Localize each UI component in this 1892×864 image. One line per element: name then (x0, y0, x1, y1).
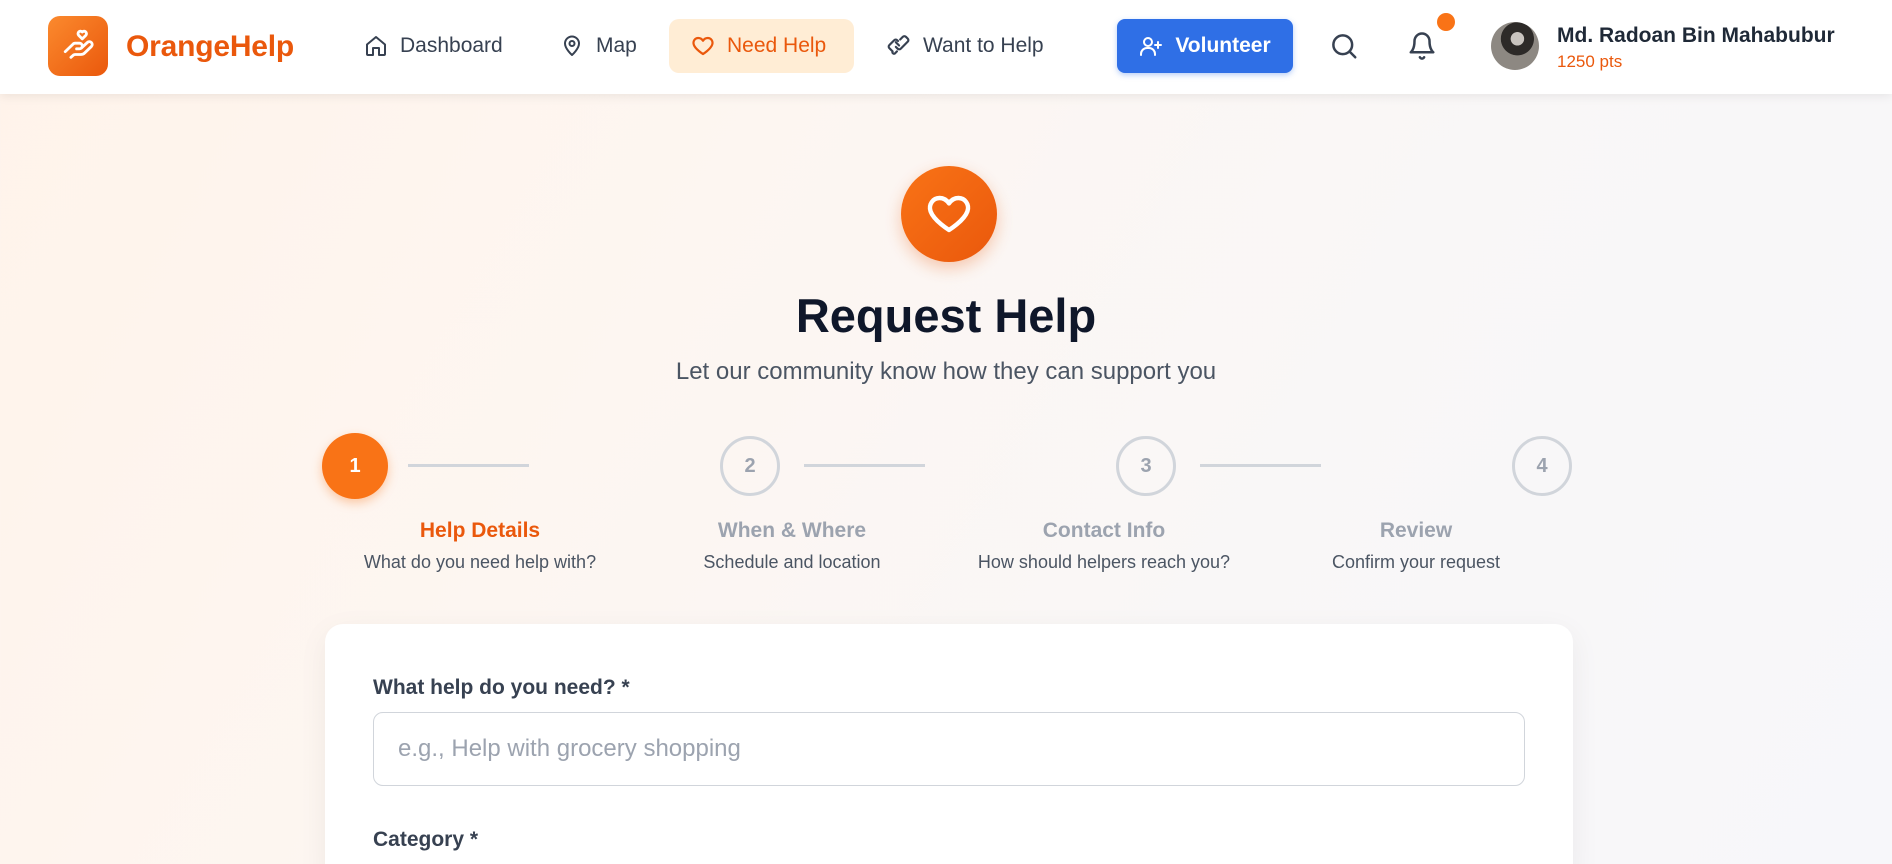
heart-icon (927, 195, 971, 233)
step-3-description: How should helpers reach you? (977, 552, 1231, 572)
user-name[interactable]: Md. Radoan Bin Mahabubur (1557, 24, 1835, 48)
step-4-description: Confirm your request (1331, 552, 1501, 572)
nav-want-to-help[interactable]: Want to Help (863, 19, 1066, 73)
brand-logo[interactable] (48, 16, 108, 76)
request-form-card: What help do you need? * Category * (325, 624, 1573, 864)
step-3-circle[interactable]: 3 (1116, 436, 1176, 496)
help-title-input[interactable] (373, 712, 1525, 786)
hand-heart-icon (63, 29, 94, 59)
user-plus-icon (1140, 37, 1163, 56)
nav-need-help[interactable]: Need Help (669, 19, 854, 73)
notification-badge (1437, 13, 1455, 31)
help-field-label: What help do you need? * (373, 676, 630, 699)
heart-icon (692, 36, 714, 56)
step-1-label: Help Details (419, 519, 541, 542)
step-connector (804, 464, 925, 467)
step-4-label: Review (1379, 519, 1453, 542)
handshake-icon (887, 35, 910, 55)
brand-name[interactable]: OrangeHelp (126, 30, 294, 64)
volunteer-button-label: Volunteer (1175, 34, 1271, 57)
step-2-description: Schedule and location (703, 552, 881, 572)
search-button[interactable] (1322, 24, 1366, 68)
hero-badge (901, 166, 997, 262)
bell-icon (1409, 32, 1435, 60)
home-icon (366, 36, 386, 56)
nav-map[interactable]: Map (538, 19, 659, 73)
search-icon (1332, 34, 1357, 59)
nav-dashboard[interactable]: Dashboard (342, 19, 525, 73)
volunteer-button[interactable]: Volunteer (1117, 19, 1293, 73)
page-subtitle: Let our community know how they can supp… (675, 358, 1217, 385)
step-2-label: When & Where (717, 519, 867, 542)
nav-dashboard-label: Dashboard (400, 34, 503, 57)
avatar[interactable] (1491, 22, 1539, 70)
category-field-label: Category * (373, 828, 479, 851)
user-points: 1250 pts (1557, 52, 1623, 71)
nav-map-label: Map (596, 34, 637, 57)
step-4-circle[interactable]: 4 (1512, 436, 1572, 496)
map-pin-icon (564, 35, 580, 56)
page-title: Request Help (795, 289, 1097, 342)
step-1-description: What do you need help with? (363, 552, 597, 572)
step-1-circle[interactable]: 1 (322, 433, 388, 499)
step-connector (1200, 464, 1321, 467)
step-connector (408, 464, 529, 467)
notifications-button[interactable] (1400, 24, 1444, 68)
nav-need-help-label: Need Help (727, 34, 827, 57)
step-3-label: Contact Info (1042, 519, 1166, 542)
top-navbar: OrangeHelp Dashboard Map Need Help Want … (0, 0, 1892, 94)
nav-want-to-help-label: Want to Help (923, 34, 1044, 57)
step-2-circle[interactable]: 2 (720, 436, 780, 496)
